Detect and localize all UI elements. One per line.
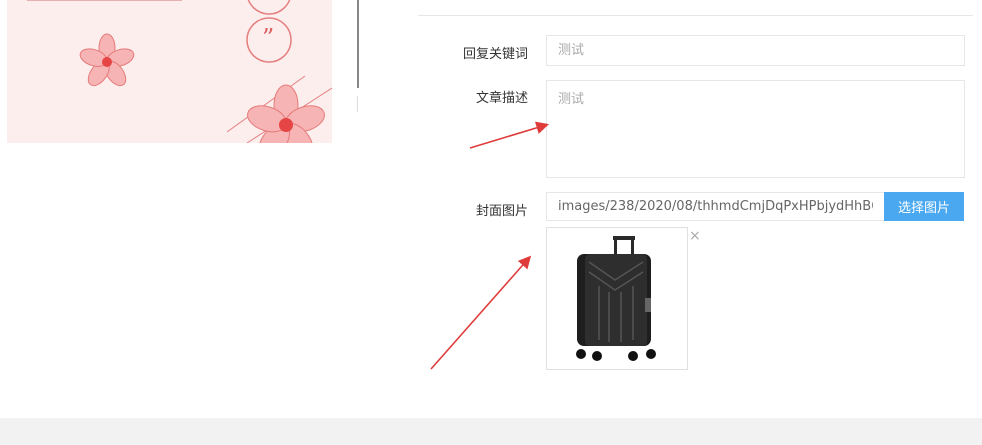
cover-thumbnail[interactable]	[546, 227, 688, 370]
section-divider	[418, 15, 973, 16]
arrow-to-thumbnail	[430, 255, 532, 370]
decor-circle-top	[247, 0, 291, 15]
keyword-input[interactable]	[546, 35, 965, 66]
close-icon[interactable]: ×	[689, 229, 701, 243]
flower-icon	[247, 84, 325, 143]
cover-path-input[interactable]	[546, 192, 885, 221]
quote-icon: ”	[262, 24, 275, 52]
keyword-label: 回复关键词	[462, 47, 528, 62]
cover-label: 封面图片	[475, 204, 528, 219]
choose-image-button[interactable]: 选择图片	[884, 192, 964, 221]
description-textarea[interactable]	[546, 80, 965, 178]
description-label: 文章描述	[475, 91, 528, 106]
footer-bar	[0, 418, 982, 445]
preview-illustration	[27, 0, 332, 143]
article-preview-card: ”	[7, 0, 332, 143]
preview-divider	[357, 96, 358, 112]
suitcase-image	[576, 236, 656, 361]
arrow-to-description	[469, 121, 550, 149]
preview-scrollbar[interactable]	[357, 0, 359, 88]
flower-icon	[79, 33, 135, 87]
